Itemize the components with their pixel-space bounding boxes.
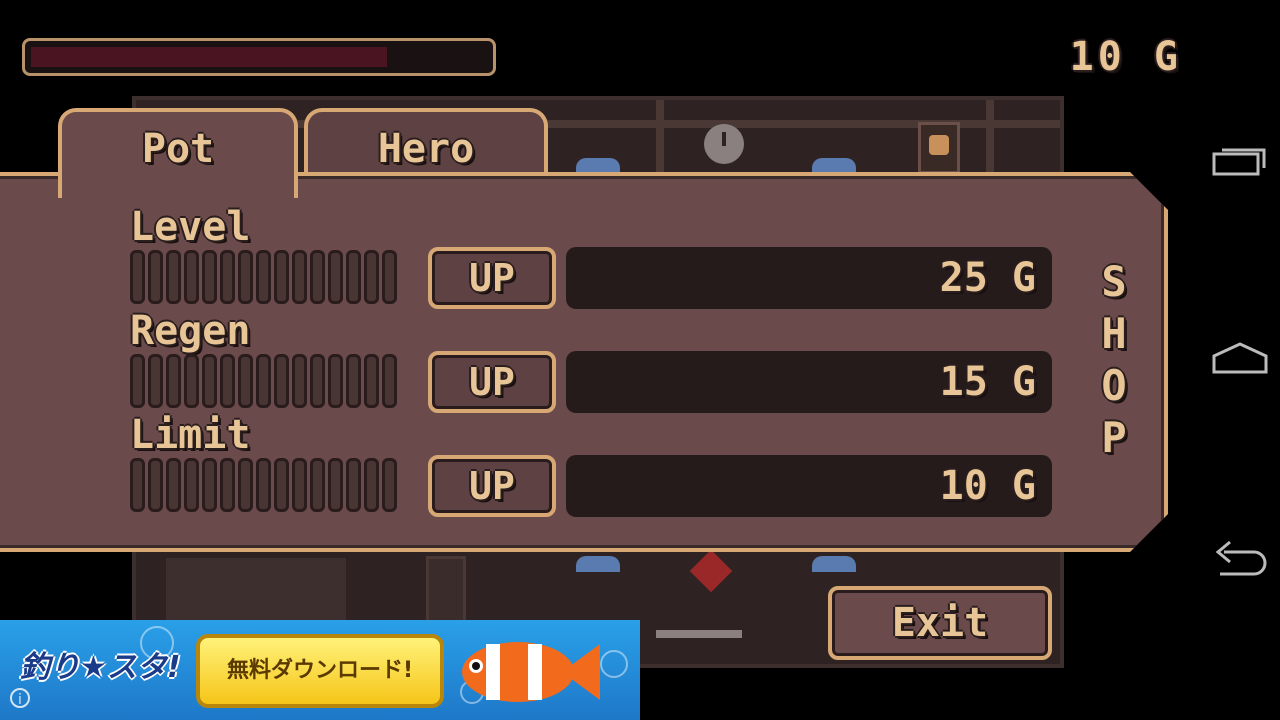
level-segment: [328, 250, 343, 304]
level-segment: [274, 354, 289, 408]
level-segment: [166, 458, 181, 512]
back-icon[interactable]: [1210, 538, 1270, 578]
shop-letter: P: [1101, 413, 1127, 462]
ad-download-button[interactable]: 無料ダウンロード!: [196, 634, 444, 708]
level-segment: [364, 354, 379, 408]
level-segment: [130, 354, 145, 408]
level-segment: [238, 354, 253, 408]
limit-up-button[interactable]: UP: [428, 455, 556, 517]
ad-banner[interactable]: 釣り★スタ! 無料ダウンロード!: [0, 620, 640, 720]
bench: [656, 630, 742, 638]
clock-icon: [704, 124, 744, 164]
level-segment: [382, 250, 397, 304]
level-segment: [346, 354, 361, 408]
level-segment: [292, 458, 307, 512]
level-segment: [220, 458, 235, 512]
regen-progress-bar: [130, 354, 418, 408]
level-segment: [292, 250, 307, 304]
shop-label: S H O P: [1094, 256, 1134, 464]
level-price: 25 G: [566, 247, 1052, 309]
level-segment: [310, 458, 325, 512]
level-segment: [364, 458, 379, 512]
level-segment: [202, 458, 217, 512]
home-icon[interactable]: [1210, 338, 1270, 378]
ad-logo: 釣り★スタ!: [20, 650, 181, 685]
shop-letter: H: [1101, 309, 1127, 358]
exit-button[interactable]: Exit: [828, 586, 1052, 660]
regen-price: 15 G: [566, 351, 1052, 413]
limit-progress-bar: [130, 458, 418, 512]
level-segment: [220, 250, 235, 304]
level-segment: [256, 458, 271, 512]
level-progress-bar: [130, 250, 418, 304]
tab-pot[interactable]: Pot: [58, 108, 298, 198]
level-segment: [238, 458, 253, 512]
level-segment: [148, 458, 163, 512]
level-segment: [184, 354, 199, 408]
level-segment: [382, 458, 397, 512]
level-segment: [184, 250, 199, 304]
shop-letter: O: [1101, 361, 1127, 410]
level-segment: [310, 250, 325, 304]
stat-label-level: Level: [130, 204, 251, 250]
recent-apps-icon[interactable]: [1210, 140, 1270, 180]
bookshelf: [166, 558, 346, 628]
level-segment: [310, 354, 325, 408]
room-beam: [656, 100, 664, 180]
level-segment: [184, 458, 199, 512]
level-segment: [274, 458, 289, 512]
hero-sprite: [918, 122, 960, 174]
regen-up-button[interactable]: UP: [428, 351, 556, 413]
level-segment: [274, 250, 289, 304]
level-segment: [292, 354, 307, 408]
level-segment: [148, 354, 163, 408]
level-segment: [202, 250, 217, 304]
level-segment: [256, 354, 271, 408]
level-segment: [202, 354, 217, 408]
level-segment: [346, 250, 361, 304]
level-segment: [364, 250, 379, 304]
gold-counter: 10 G: [1069, 34, 1182, 80]
level-segment: [382, 354, 397, 408]
level-segment: [148, 250, 163, 304]
level-segment: [166, 354, 181, 408]
window: [812, 158, 856, 174]
level-segment: [166, 250, 181, 304]
limit-price: 10 G: [566, 455, 1052, 517]
bubble: [600, 650, 628, 678]
level-segment: [220, 354, 235, 408]
shop-letter: S: [1101, 257, 1127, 306]
level-segment: [346, 458, 361, 512]
level-segment: [328, 458, 343, 512]
info-icon[interactable]: i: [10, 688, 30, 708]
level-segment: [328, 354, 343, 408]
window: [812, 556, 856, 572]
window: [576, 556, 620, 572]
level-segment: [238, 250, 253, 304]
health-bar: [22, 38, 496, 76]
heart-icon: [689, 549, 733, 593]
window: [576, 158, 620, 174]
room-beam: [986, 100, 994, 180]
clownfish-icon: [462, 642, 600, 702]
level-segment: [256, 250, 271, 304]
stat-label-regen: Regen: [130, 308, 251, 354]
health-bar-fill: [31, 47, 387, 67]
level-up-button[interactable]: UP: [428, 247, 556, 309]
level-segment: [130, 458, 145, 512]
level-segment: [130, 250, 145, 304]
stat-label-limit: Limit: [130, 412, 251, 458]
